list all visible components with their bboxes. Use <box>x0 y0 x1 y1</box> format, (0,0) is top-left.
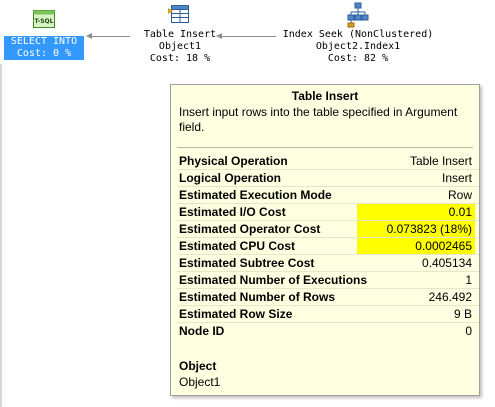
property-label: Logical Operation <box>179 171 282 185</box>
node-operation-name: SELECT INTO <box>10 36 78 47</box>
arrow-head-icon <box>86 33 92 39</box>
left-pane-edge <box>0 64 2 407</box>
tooltip-title: Table Insert <box>291 89 359 103</box>
property-row: Estimated Execution Mode Row <box>177 187 479 204</box>
property-value: Table Insert <box>409 154 472 168</box>
property-value-highlighted: 0.0002465 <box>357 238 475 254</box>
property-label: Node ID <box>179 324 225 338</box>
property-value: 0 <box>465 324 472 338</box>
tsql-icon: T-SQL <box>33 10 55 28</box>
operator-tooltip: Table Insert Insert input rows into the … <box>170 84 480 396</box>
property-row: Estimated Row Size 9 B <box>177 306 479 323</box>
property-label: Estimated I/O Cost <box>179 205 286 219</box>
node-operation-name: Index Seek (NonClustered) <box>282 29 434 40</box>
index-seek-node[interactable]: Index Seek (NonClustered) Object2.Index1… <box>268 0 448 70</box>
tooltip-object-value: Object1 <box>179 375 221 389</box>
property-label: Estimated Number of Executions <box>179 273 368 287</box>
node-cost: Cost: 18 % <box>149 53 211 64</box>
tooltip-divider <box>177 147 473 148</box>
node-object-name: Object1 <box>158 41 202 52</box>
select-into-label: SELECT INTO Cost: 0 % <box>4 36 84 60</box>
node-cost: Cost: 82 % <box>327 53 389 64</box>
plan-connector-arrow <box>90 36 130 37</box>
property-label: Estimated Operator Cost <box>179 222 321 236</box>
property-row: Estimated Number of Rows 246.492 <box>177 289 479 306</box>
tooltip-description: Insert input rows into the table specifi… <box>179 105 458 134</box>
property-row: Estimated Subtree Cost 0.405134 <box>177 255 479 272</box>
table-insert-node[interactable]: Table Insert Object1 Cost: 18 % <box>128 0 232 70</box>
property-value: 9 B <box>453 307 472 321</box>
tooltip-properties: Physical Operation Table Insert Logical … <box>177 153 479 340</box>
property-label: Estimated Number of Rows <box>179 290 336 304</box>
node-operation-name: Table Insert <box>143 29 217 40</box>
property-label: Estimated Subtree Cost <box>179 256 315 270</box>
property-label: Physical Operation <box>179 154 288 168</box>
property-row: Estimated Operator Cost 0.073823 (18%) <box>177 221 479 238</box>
property-value-highlighted: 0.073823 (18%) <box>357 221 475 237</box>
property-row: Node ID 0 <box>177 323 479 340</box>
property-row: Estimated I/O Cost 0.01 <box>177 204 479 221</box>
property-value: Row <box>447 188 472 202</box>
execution-plan-canvas[interactable]: T-SQL SELECT INTO Cost: 0 % Table Insert… <box>0 0 495 407</box>
property-row: Logical Operation Insert <box>177 170 479 187</box>
table-insert-icon <box>168 2 192 26</box>
select-into-node[interactable]: T-SQL SELECT INTO Cost: 0 % <box>0 0 88 64</box>
property-label: Estimated Execution Mode <box>179 188 332 202</box>
tooltip-object-label: Object <box>179 359 217 373</box>
property-value: 0.405134 <box>421 256 472 270</box>
property-value-highlighted: 0.01 <box>357 204 475 220</box>
node-object-name: Object2.Index1 <box>315 41 401 52</box>
table-insert-label: Table Insert Object1 Cost: 18 % <box>128 29 232 65</box>
node-cost: Cost: 0 % <box>16 48 72 59</box>
property-value: Insert <box>441 171 472 185</box>
property-label: Estimated Row Size <box>179 307 293 321</box>
property-value: 246.492 <box>428 290 472 304</box>
property-value: 1 <box>465 273 472 287</box>
property-row: Physical Operation Table Insert <box>177 153 479 170</box>
property-row: Estimated Number of Executions 1 <box>177 272 479 289</box>
index-seek-icon <box>345 2 371 28</box>
index-seek-label: Index Seek (NonClustered) Object2.Index1… <box>268 29 448 65</box>
property-row: Estimated CPU Cost 0.0002465 <box>177 238 479 255</box>
property-label: Estimated CPU Cost <box>179 239 296 253</box>
svg-text:T-SQL: T-SQL <box>35 18 54 25</box>
